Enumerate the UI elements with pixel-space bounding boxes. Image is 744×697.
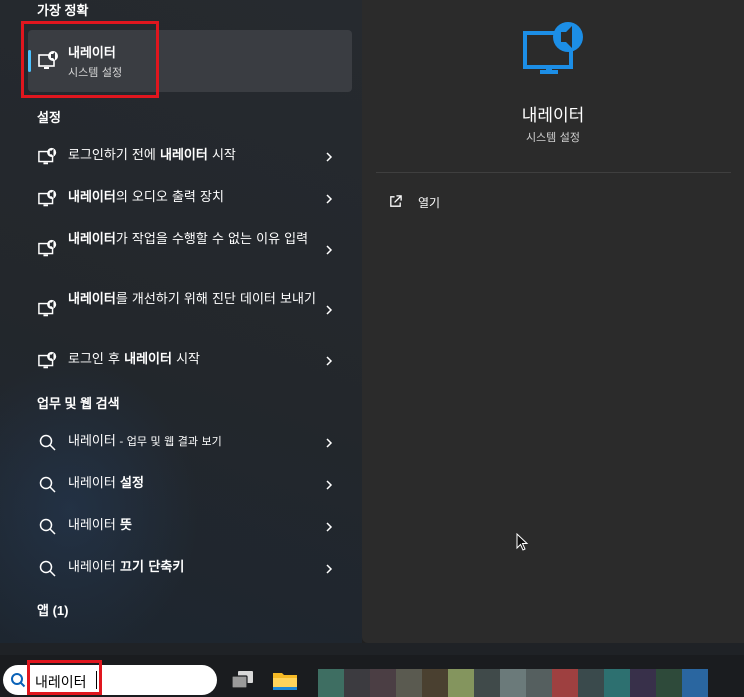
narrator-icon — [38, 147, 57, 165]
pinned-app[interactable] — [630, 669, 656, 697]
apps-heading: 앱 (1) — [37, 603, 69, 618]
chevron-right-icon — [326, 438, 333, 448]
settings-item-label: 로그인하기 전에 내레이터 시작 — [68, 148, 236, 163]
settings-heading: 설정 — [37, 110, 61, 125]
narrator-icon — [38, 299, 57, 317]
settings-item[interactable]: 내레이터가 작업을 수행할 수 없는 이유 입력 — [28, 230, 352, 270]
best-match-subtitle: 시스템 설정 — [68, 66, 123, 79]
pinned-app[interactable] — [656, 669, 682, 697]
search-icon — [39, 476, 56, 493]
chevron-right-icon — [326, 305, 333, 315]
search-icon — [11, 673, 26, 688]
taskbar-pinned-apps — [318, 669, 708, 697]
pinned-app[interactable] — [604, 669, 630, 697]
web-search-heading: 업무 및 웹 검색 — [37, 396, 120, 411]
pinned-app[interactable] — [682, 669, 708, 697]
settings-item-label: 내레이터가 작업을 수행할 수 없는 이유 입력 — [68, 232, 309, 247]
open-button[interactable]: 열기 — [388, 190, 588, 214]
screen: 가장 정확 내레이터 시스템 설정 설정 로그인하기 전에 내레이터 시작 내레… — [0, 0, 744, 697]
settings-item[interactable]: 내레이터를 개선하기 위해 진단 데이터 보내기 — [28, 290, 352, 330]
chevron-right-icon — [326, 522, 333, 532]
detail-title: 내레이터 — [521, 106, 585, 126]
pinned-app[interactable] — [500, 669, 526, 697]
chevron-right-icon — [326, 356, 333, 366]
task-view-icon[interactable] — [228, 665, 258, 695]
web-search-item[interactable]: 내레이터 - 업무 및 웹 결과 보기 — [28, 432, 352, 454]
chevron-right-icon — [326, 245, 333, 255]
best-match-result[interactable]: 내레이터 시스템 설정 — [28, 30, 352, 92]
web-search-item-label: 내레이터 - 업무 및 웹 결과 보기 — [68, 434, 222, 449]
settings-item[interactable]: 내레이터의 오디오 출력 장치 — [28, 188, 352, 210]
search-results-panel: 가장 정확 내레이터 시스템 설정 설정 로그인하기 전에 내레이터 시작 내레… — [0, 0, 744, 643]
chevron-right-icon — [326, 564, 333, 574]
settings-item-label: 로그인 후 내레이터 시작 — [68, 352, 201, 367]
search-input[interactable]: 내레이터 — [35, 672, 87, 692]
pinned-app[interactable] — [526, 669, 552, 697]
taskbar-search-box[interactable]: 내레이터 — [3, 665, 217, 695]
web-search-item-label: 내레이터 끄기 단축키 — [68, 560, 185, 575]
narrator-large-icon — [523, 22, 583, 74]
web-search-item[interactable]: 내레이터 설정 — [28, 474, 352, 496]
detail-subtitle: 시스템 설정 — [525, 131, 581, 144]
pinned-app[interactable] — [344, 669, 370, 697]
taskbar: 내레이터 — [0, 655, 744, 697]
pinned-app[interactable] — [396, 669, 422, 697]
chevron-right-icon — [326, 152, 333, 162]
search-icon — [39, 434, 56, 451]
narrator-icon — [38, 351, 57, 369]
pinned-app[interactable] — [448, 669, 474, 697]
search-icon — [39, 560, 56, 577]
file-explorer-icon[interactable] — [270, 665, 300, 695]
pinned-app[interactable] — [422, 669, 448, 697]
narrator-icon — [38, 51, 58, 69]
web-search-item-label: 내레이터 설정 — [68, 476, 144, 491]
open-label: 열기 — [418, 196, 441, 210]
settings-item[interactable]: 로그인 후 내레이터 시작 — [28, 350, 352, 372]
pinned-app[interactable] — [370, 669, 396, 697]
divider — [376, 172, 731, 173]
text-caret — [96, 671, 97, 689]
narrator-icon — [38, 239, 57, 257]
pinned-app[interactable] — [474, 669, 500, 697]
mouse-cursor-icon — [516, 533, 529, 551]
search-icon — [39, 518, 56, 535]
chevron-right-icon — [326, 194, 333, 204]
settings-item-label: 내레이터의 오디오 출력 장치 — [68, 190, 224, 205]
pinned-app[interactable] — [318, 669, 344, 697]
narrator-icon — [38, 189, 57, 207]
pinned-app[interactable] — [552, 669, 578, 697]
open-external-icon — [390, 195, 402, 207]
selection-indicator — [28, 50, 31, 72]
web-search-item-label: 내레이터 뜻 — [68, 518, 132, 533]
settings-item[interactable]: 로그인하기 전에 내레이터 시작 — [28, 146, 352, 168]
settings-item-label: 내레이터를 개선하기 위해 진단 데이터 보내기 — [68, 292, 316, 307]
best-match-title: 내레이터 — [68, 46, 116, 61]
web-search-item[interactable]: 내레이터 끄기 단축키 — [28, 558, 352, 580]
web-search-item[interactable]: 내레이터 뜻 — [28, 516, 352, 538]
result-detail-pane — [362, 0, 744, 643]
pinned-app[interactable] — [578, 669, 604, 697]
chevron-right-icon — [326, 480, 333, 490]
best-match-heading: 가장 정확 — [37, 3, 89, 18]
